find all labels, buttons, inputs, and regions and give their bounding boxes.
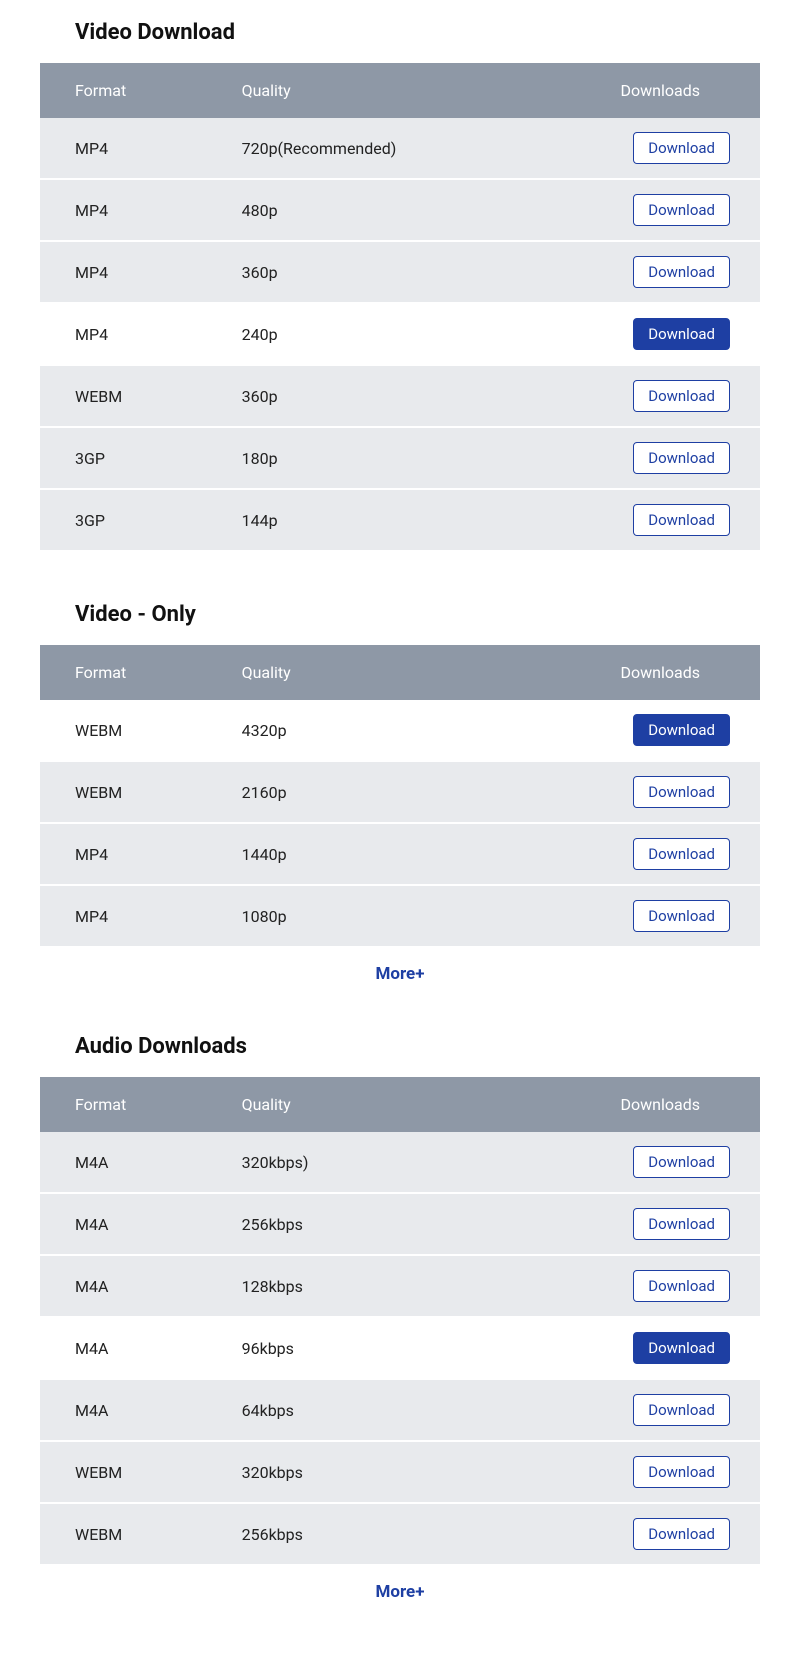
cell-quality: 256kbps bbox=[242, 1194, 544, 1256]
header-downloads: Downloads bbox=[544, 1077, 760, 1132]
cell-quality: 1080p bbox=[242, 886, 544, 948]
cell-format: 3GP bbox=[40, 490, 242, 552]
section-title: Video - Only bbox=[75, 602, 760, 627]
cell-quality: 720p(Recommended) bbox=[242, 118, 544, 180]
table-row: MP4 240p Download bbox=[40, 304, 760, 366]
table-header-row: Format Quality Downloads bbox=[40, 63, 760, 118]
header-format: Format bbox=[40, 63, 242, 118]
more-link[interactable]: More+ bbox=[40, 964, 760, 984]
cell-format: M4A bbox=[40, 1380, 242, 1442]
header-quality: Quality bbox=[242, 645, 544, 700]
cell-quality: 180p bbox=[242, 428, 544, 490]
header-quality: Quality bbox=[242, 1077, 544, 1132]
header-format: Format bbox=[40, 1077, 242, 1132]
table-row: M4A 256kbps Download bbox=[40, 1194, 760, 1256]
header-format: Format bbox=[40, 645, 242, 700]
cell-format: WEBM bbox=[40, 1442, 242, 1504]
download-button[interactable]: Download bbox=[633, 776, 730, 808]
table-row: 3GP 144p Download bbox=[40, 490, 760, 552]
table-header-row: Format Quality Downloads bbox=[40, 1077, 760, 1132]
video-only-section: Video - Only Format Quality Downloads WE… bbox=[40, 602, 760, 984]
download-button[interactable]: Download bbox=[633, 318, 730, 350]
cell-quality: 128kbps bbox=[242, 1256, 544, 1318]
cell-quality: 320kbps) bbox=[242, 1132, 544, 1194]
cell-quality: 360p bbox=[242, 242, 544, 304]
download-table: Format Quality Downloads WEBM 4320p Down… bbox=[40, 645, 760, 948]
audio-downloads-section: Audio Downloads Format Quality Downloads… bbox=[40, 1034, 760, 1602]
cell-format: WEBM bbox=[40, 366, 242, 428]
download-button[interactable]: Download bbox=[633, 1518, 730, 1550]
table-row: MP4 1080p Download bbox=[40, 886, 760, 948]
cell-format: MP4 bbox=[40, 118, 242, 180]
table-row: M4A 320kbps) Download bbox=[40, 1132, 760, 1194]
cell-quality: 4320p bbox=[242, 700, 544, 762]
download-button[interactable]: Download bbox=[633, 194, 730, 226]
download-table: Format Quality Downloads M4A 320kbps) Do… bbox=[40, 1077, 760, 1566]
cell-format: M4A bbox=[40, 1194, 242, 1256]
cell-quality: 256kbps bbox=[242, 1504, 544, 1566]
header-quality: Quality bbox=[242, 63, 544, 118]
cell-quality: 1440p bbox=[242, 824, 544, 886]
cell-format: M4A bbox=[40, 1132, 242, 1194]
download-button[interactable]: Download bbox=[633, 838, 730, 870]
cell-format: MP4 bbox=[40, 180, 242, 242]
download-button[interactable]: Download bbox=[633, 442, 730, 474]
cell-format: MP4 bbox=[40, 242, 242, 304]
download-button[interactable]: Download bbox=[633, 1208, 730, 1240]
cell-format: MP4 bbox=[40, 824, 242, 886]
table-row: WEBM 320kbps Download bbox=[40, 1442, 760, 1504]
download-button[interactable]: Download bbox=[633, 1456, 730, 1488]
table-row: WEBM 4320p Download bbox=[40, 700, 760, 762]
cell-format: MP4 bbox=[40, 886, 242, 948]
cell-format: WEBM bbox=[40, 700, 242, 762]
section-title: Audio Downloads bbox=[75, 1034, 760, 1059]
header-downloads: Downloads bbox=[544, 645, 760, 700]
table-row: MP4 360p Download bbox=[40, 242, 760, 304]
table-row: WEBM 2160p Download bbox=[40, 762, 760, 824]
table-row: M4A 128kbps Download bbox=[40, 1256, 760, 1318]
table-row: 3GP 180p Download bbox=[40, 428, 760, 490]
cell-format: M4A bbox=[40, 1318, 242, 1380]
cell-quality: 96kbps bbox=[242, 1318, 544, 1380]
cell-format: 3GP bbox=[40, 428, 242, 490]
header-downloads: Downloads bbox=[544, 63, 760, 118]
cell-format: M4A bbox=[40, 1256, 242, 1318]
cell-format: MP4 bbox=[40, 304, 242, 366]
cell-quality: 320kbps bbox=[242, 1442, 544, 1504]
cell-quality: 480p bbox=[242, 180, 544, 242]
table-row: WEBM 256kbps Download bbox=[40, 1504, 760, 1566]
download-button[interactable]: Download bbox=[633, 256, 730, 288]
cell-quality: 64kbps bbox=[242, 1380, 544, 1442]
download-button[interactable]: Download bbox=[633, 504, 730, 536]
table-row: MP4 480p Download bbox=[40, 180, 760, 242]
table-row: MP4 1440p Download bbox=[40, 824, 760, 886]
table-row: M4A 96kbps Download bbox=[40, 1318, 760, 1380]
more-link[interactable]: More+ bbox=[40, 1582, 760, 1602]
table-header-row: Format Quality Downloads bbox=[40, 645, 760, 700]
download-button[interactable]: Download bbox=[633, 1332, 730, 1364]
cell-quality: 2160p bbox=[242, 762, 544, 824]
download-button[interactable]: Download bbox=[633, 1146, 730, 1178]
video-download-section: Video Download Format Quality Downloads … bbox=[40, 20, 760, 552]
download-button[interactable]: Download bbox=[633, 714, 730, 746]
download-button[interactable]: Download bbox=[633, 1394, 730, 1426]
download-button[interactable]: Download bbox=[633, 900, 730, 932]
cell-quality: 144p bbox=[242, 490, 544, 552]
table-row: WEBM 360p Download bbox=[40, 366, 760, 428]
table-row: MP4 720p(Recommended) Download bbox=[40, 118, 760, 180]
cell-quality: 240p bbox=[242, 304, 544, 366]
cell-format: WEBM bbox=[40, 1504, 242, 1566]
table-row: M4A 64kbps Download bbox=[40, 1380, 760, 1442]
download-button[interactable]: Download bbox=[633, 380, 730, 412]
download-button[interactable]: Download bbox=[633, 1270, 730, 1302]
cell-format: WEBM bbox=[40, 762, 242, 824]
section-title: Video Download bbox=[75, 20, 760, 45]
download-table: Format Quality Downloads MP4 720p(Recomm… bbox=[40, 63, 760, 552]
cell-quality: 360p bbox=[242, 366, 544, 428]
download-button[interactable]: Download bbox=[633, 132, 730, 164]
